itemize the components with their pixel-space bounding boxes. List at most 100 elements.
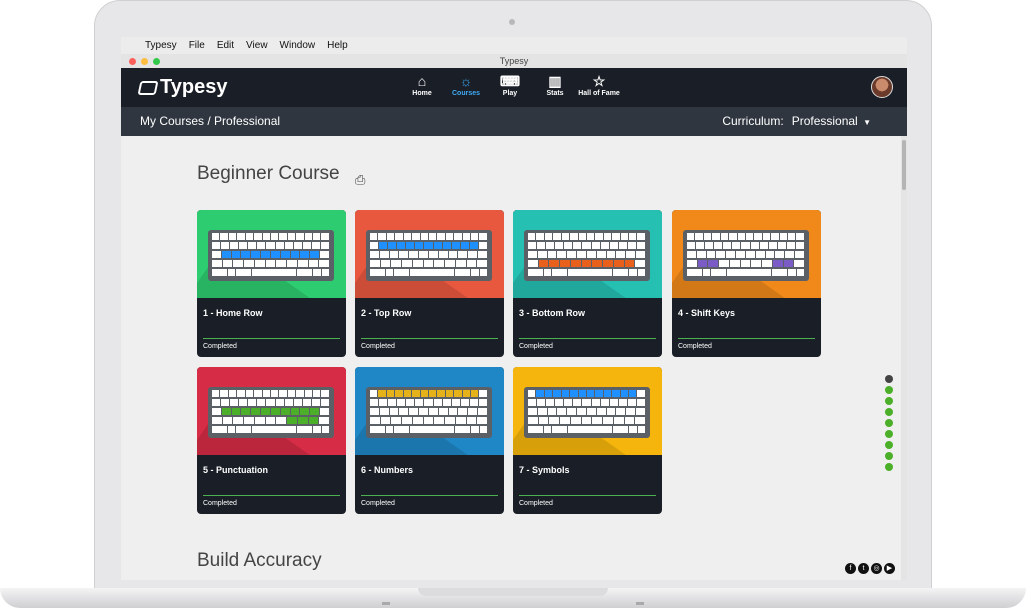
scrollbar-thumb[interactable] <box>902 140 906 190</box>
key <box>228 233 237 240</box>
instagram-icon[interactable]: ◎ <box>871 563 882 574</box>
breadcrumb[interactable]: My Courses / Professional <box>140 114 280 128</box>
course-card[interactable]: 4 - Shift Keys Completed <box>672 210 821 357</box>
key <box>573 399 582 406</box>
key <box>391 417 402 424</box>
curriculum-selector[interactable]: Curriculum: Professional ▼ <box>722 114 871 128</box>
key <box>445 233 454 240</box>
nav-courses[interactable]: ☼ Courses <box>442 73 490 97</box>
key <box>412 233 420 240</box>
keyboard-illustration <box>366 387 492 438</box>
section-dot[interactable] <box>885 441 893 449</box>
key <box>245 233 254 240</box>
typesy-logo[interactable]: Typesy <box>137 76 227 99</box>
course-card[interactable]: 5 - Punctuation Completed <box>197 367 346 514</box>
menu-window[interactable]: Window <box>280 40 316 51</box>
scrollbar[interactable] <box>901 136 907 580</box>
key <box>254 233 262 240</box>
key <box>262 390 270 397</box>
key <box>420 233 428 240</box>
key <box>415 399 424 406</box>
key <box>626 251 636 258</box>
keyboard-row <box>370 233 488 241</box>
key <box>279 390 287 397</box>
close-button[interactable] <box>129 58 136 65</box>
key <box>479 426 488 433</box>
key <box>403 390 412 397</box>
avatar[interactable] <box>871 76 893 98</box>
nav-stats[interactable]: ▥ Stats <box>531 73 579 97</box>
key <box>311 242 320 249</box>
course-card[interactable]: 2 - Top Row Completed <box>355 210 504 357</box>
menu-app[interactable]: Typesy <box>145 40 177 51</box>
key <box>697 260 708 267</box>
menu-view[interactable]: View <box>246 40 268 51</box>
key <box>613 269 629 276</box>
key <box>581 260 592 267</box>
key <box>537 251 547 258</box>
section-dot[interactable] <box>885 463 893 471</box>
keyboard-illustration <box>208 387 334 438</box>
nav-hall-of-fame[interactable]: ☆ Hall of Fame <box>575 73 623 97</box>
key <box>296 390 304 397</box>
section-dot[interactable] <box>885 375 893 383</box>
key <box>442 242 451 249</box>
key <box>586 233 595 240</box>
key <box>270 408 280 415</box>
nav-play[interactable]: ⌨ Play <box>486 73 534 97</box>
section-dot[interactable] <box>885 452 893 460</box>
chart-icon: ▥ <box>548 73 562 89</box>
course-card[interactable]: 6 - Numbers Completed <box>355 367 504 514</box>
key <box>265 260 276 267</box>
keyboard-row <box>212 390 330 398</box>
key <box>609 399 618 406</box>
key <box>438 251 448 258</box>
key <box>555 399 564 406</box>
section-dot[interactable] <box>885 397 893 405</box>
keyboard-row <box>528 260 646 268</box>
keyboard-row <box>370 251 488 259</box>
key <box>478 408 487 415</box>
key <box>389 408 399 415</box>
facebook-icon[interactable]: f <box>845 563 856 574</box>
menu-file[interactable]: File <box>189 40 205 51</box>
key <box>627 242 636 249</box>
key <box>706 251 716 258</box>
key <box>394 269 409 276</box>
twitter-icon[interactable]: t <box>858 563 869 574</box>
key <box>582 242 591 249</box>
key <box>230 242 239 249</box>
key <box>564 242 573 249</box>
key <box>221 399 230 406</box>
key <box>568 426 613 433</box>
key <box>528 269 543 276</box>
key <box>586 390 595 397</box>
section-dot[interactable] <box>885 419 893 427</box>
key <box>736 251 745 258</box>
key <box>745 251 755 258</box>
course-card[interactable]: 1 - Home Row Completed <box>197 210 346 357</box>
zoom-button[interactable] <box>153 58 160 65</box>
key <box>280 408 290 415</box>
key <box>768 242 777 249</box>
print-icon[interactable]: ⎙ <box>355 172 365 188</box>
course-card[interactable]: 7 - Symbols Completed <box>513 367 662 514</box>
menu-edit[interactable]: Edit <box>217 40 234 51</box>
nav-home[interactable]: ⌂ Home <box>398 73 446 97</box>
course-card[interactable]: 3 - Bottom Row Completed <box>513 210 662 357</box>
keyboard-row <box>528 426 646 434</box>
key <box>729 260 740 267</box>
course-status: Completed <box>203 343 237 350</box>
section-dot[interactable] <box>885 408 893 416</box>
progress-bar <box>361 338 498 339</box>
key <box>321 426 330 433</box>
key <box>428 408 438 415</box>
section-dot[interactable] <box>885 430 893 438</box>
youtube-icon[interactable]: ▶ <box>884 563 895 574</box>
key <box>241 251 251 258</box>
key <box>600 399 609 406</box>
section-dot[interactable] <box>885 386 893 394</box>
menu-help[interactable]: Help <box>327 40 348 51</box>
key <box>308 260 319 267</box>
minimize-button[interactable] <box>141 58 148 65</box>
